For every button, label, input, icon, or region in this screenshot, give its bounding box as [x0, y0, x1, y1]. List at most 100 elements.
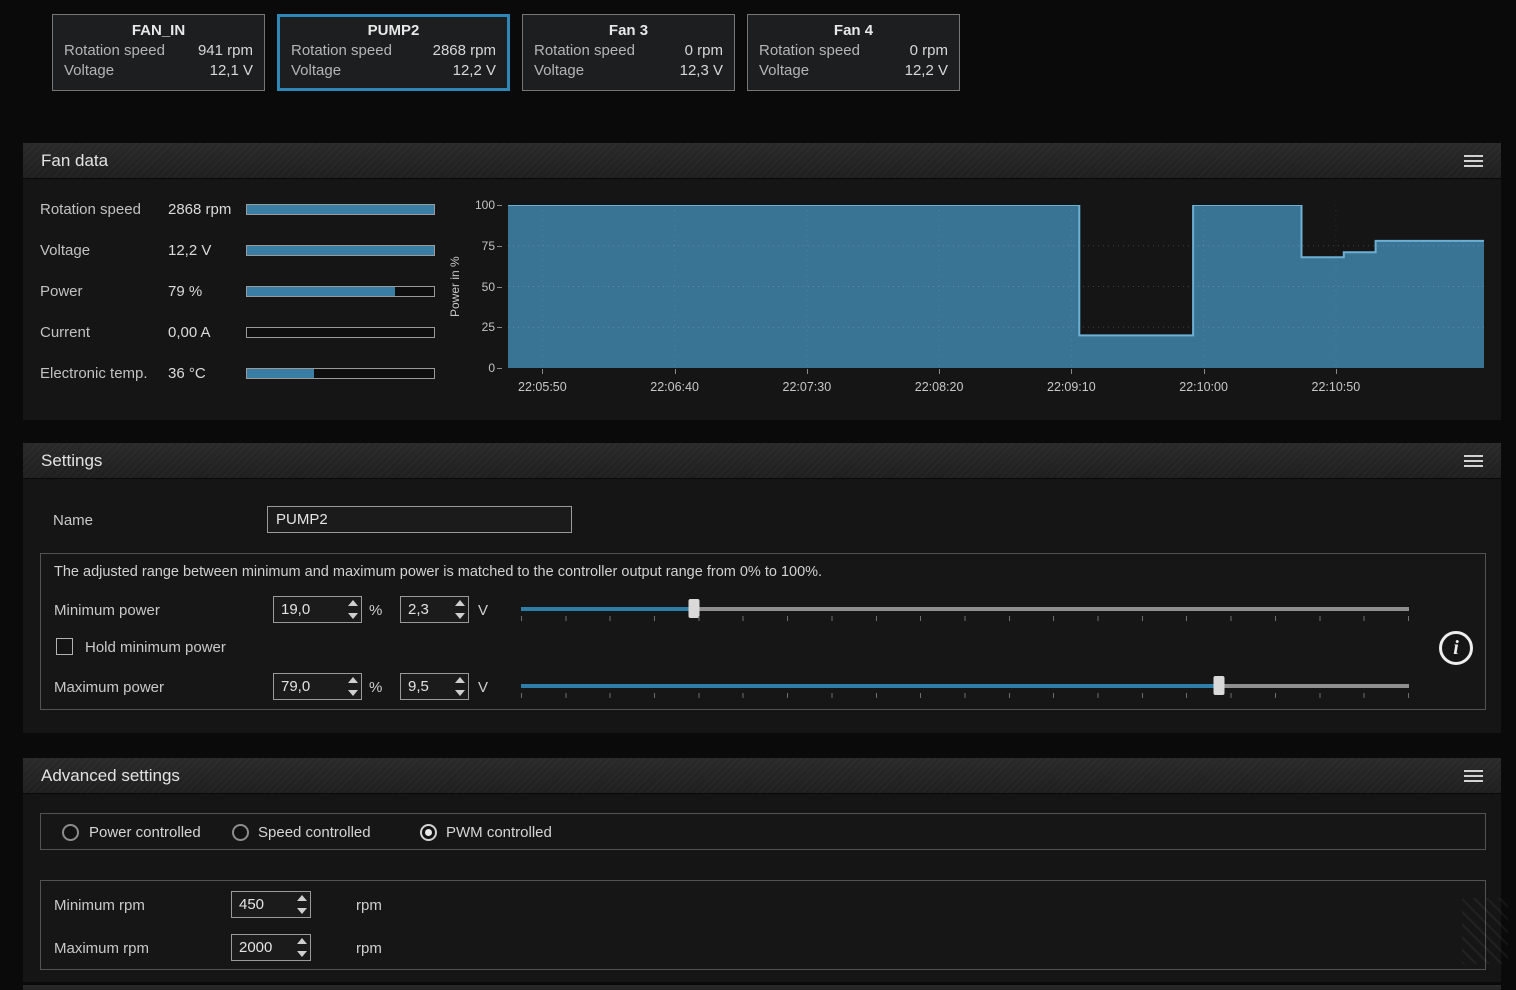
- fan-card-title: Fan 3: [608, 22, 649, 39]
- power-controlled-label[interactable]: Power controlled: [89, 824, 201, 841]
- slider-track[interactable]: [521, 607, 1409, 611]
- spinner-up-button[interactable]: [294, 935, 310, 948]
- rotation-speed-value: 2868 rpm: [432, 42, 496, 59]
- panel-title: Advanced settings: [41, 765, 180, 785]
- fan-card-pump2[interactable]: PUMP2 Rotation speed 2868 rpm Voltage 12…: [277, 14, 510, 91]
- slider-tick-marks: [521, 693, 1409, 698]
- y-tick-label: 50: [481, 279, 503, 294]
- maximum-rpm-input[interactable]: 2000: [231, 934, 311, 961]
- spinner-up-button[interactable]: [345, 674, 361, 687]
- voltage-label: Voltage: [64, 62, 115, 79]
- min-power-pct-input[interactable]: 19,0: [273, 596, 362, 623]
- voltage-value: 12,2 V: [452, 62, 496, 79]
- fan-card-row: Rotation speed 941 rpm: [64, 41, 253, 61]
- x-tick-label: 22:06:40: [635, 369, 715, 394]
- settings-panel: Settings Name The adjusted range between…: [23, 443, 1501, 733]
- metric-row: Rotation speed 2868 rpm: [40, 189, 435, 230]
- up-arrow-icon: [455, 600, 465, 607]
- down-arrow-icon: [348, 689, 358, 696]
- fan-data-panel-header: Fan data: [23, 143, 1501, 179]
- minimum-rpm-input[interactable]: 450: [231, 891, 311, 918]
- max-power-slider[interactable]: [521, 673, 1409, 703]
- spinner-down-button[interactable]: [294, 905, 310, 918]
- fan-card-row: Voltage 12,3 V: [534, 61, 723, 81]
- metric-label: Rotation speed: [40, 201, 141, 218]
- up-arrow-icon: [297, 895, 307, 902]
- menu-icon[interactable]: [1464, 454, 1483, 467]
- maximum-rpm-value[interactable]: 2000: [232, 935, 294, 960]
- rpm-unit-label: rpm: [356, 897, 382, 914]
- rotation-speed-label: Rotation speed: [534, 42, 635, 59]
- metric-row: Voltage 12,2 V: [40, 230, 435, 271]
- fan-card-fan4[interactable]: Fan 4 Rotation speed 0 rpm Voltage 12,2 …: [747, 14, 960, 91]
- volt-unit-label: V: [478, 602, 489, 619]
- menu-icon[interactable]: [1464, 154, 1483, 167]
- name-input[interactable]: [267, 506, 572, 533]
- panel-title: Fan data: [41, 150, 109, 170]
- min-power-pct-value[interactable]: 19,0: [274, 597, 345, 622]
- rotation-speed-label: Rotation speed: [759, 42, 860, 59]
- spinner-down-button[interactable]: [452, 687, 468, 700]
- speed-controlled-label[interactable]: Speed controlled: [258, 824, 371, 841]
- pwm-controlled-radio[interactable]: [420, 824, 437, 841]
- fan-card-fan-in[interactable]: FAN_IN Rotation speed 941 rpm Voltage 12…: [52, 14, 265, 91]
- name-label: Name: [53, 512, 94, 529]
- minimum-rpm-value[interactable]: 450: [232, 892, 294, 917]
- down-arrow-icon: [348, 612, 358, 619]
- down-arrow-icon: [455, 612, 465, 619]
- fan-card-row: Voltage 12,2 V: [291, 61, 496, 81]
- slider-track[interactable]: [521, 684, 1409, 688]
- speed-controlled-radio[interactable]: [232, 824, 249, 841]
- rpm-range-box: Minimum rpm 450 rpm Maximum rpm 2000 rpm: [40, 880, 1486, 970]
- spinner-down-button[interactable]: [345, 687, 361, 700]
- fan-data-panel: Fan data Rotation speed 2868 rpm Voltage…: [23, 143, 1501, 420]
- info-icon[interactable]: i: [1439, 631, 1473, 665]
- max-power-volt-input[interactable]: 9,5: [400, 673, 469, 700]
- minimum-power-label: Minimum power: [54, 602, 160, 619]
- metric-bar-fill: [247, 205, 434, 214]
- spinner-down-button[interactable]: [294, 948, 310, 961]
- metric-value: 12,2 V: [168, 242, 212, 259]
- fan-card-row: Rotation speed 0 rpm: [759, 41, 948, 61]
- voltage-value: 12,1 V: [209, 62, 253, 79]
- metric-bar: [246, 204, 435, 215]
- spinner-down-button[interactable]: [345, 610, 361, 623]
- spinner-down-button[interactable]: [452, 610, 468, 623]
- fan-card-strip: FAN_IN Rotation speed 941 rpm Voltage 12…: [52, 14, 960, 91]
- up-arrow-icon: [348, 677, 358, 684]
- spinner-up-button[interactable]: [452, 674, 468, 687]
- max-power-pct-value[interactable]: 79,0: [274, 674, 345, 699]
- metric-bar-fill: [247, 287, 395, 296]
- power-controlled-radio[interactable]: [62, 824, 79, 841]
- fan-card-title: Fan 4: [833, 22, 874, 39]
- pwm-controlled-label[interactable]: PWM controlled: [446, 824, 552, 841]
- x-tick-label: 22:10:50: [1296, 369, 1376, 394]
- min-power-volt-value[interactable]: 2,3: [401, 597, 452, 622]
- max-power-volt-value[interactable]: 9,5: [401, 674, 452, 699]
- hold-minimum-power-checkbox[interactable]: [56, 638, 73, 655]
- hold-minimum-power-label[interactable]: Hold minimum power: [85, 639, 226, 656]
- spinner-up-button[interactable]: [294, 892, 310, 905]
- spinner-up-button[interactable]: [345, 597, 361, 610]
- metric-bar: [246, 368, 435, 379]
- down-arrow-icon: [297, 950, 307, 957]
- up-arrow-icon: [348, 600, 358, 607]
- fan-card-row: Voltage 12,1 V: [64, 61, 253, 81]
- max-power-pct-input[interactable]: 79,0: [273, 673, 362, 700]
- min-power-slider[interactable]: [521, 596, 1409, 626]
- fan-card-title: PUMP2: [367, 22, 420, 39]
- metric-label: Power: [40, 283, 83, 300]
- spinner-up-button[interactable]: [452, 597, 468, 610]
- menu-icon[interactable]: [1464, 769, 1483, 782]
- metric-label: Current: [40, 324, 91, 341]
- percent-unit-label: %: [369, 602, 383, 619]
- metric-bar: [246, 286, 435, 297]
- up-arrow-icon: [455, 677, 465, 684]
- fan-card-fan3[interactable]: Fan 3 Rotation speed 0 rpm Voltage 12,3 …: [522, 14, 735, 91]
- voltage-label: Voltage: [534, 62, 585, 79]
- slider-tick-marks: [521, 616, 1409, 621]
- resize-grip[interactable]: [1462, 898, 1508, 964]
- slider-fill: [521, 684, 1219, 688]
- min-power-volt-input[interactable]: 2,3: [400, 596, 469, 623]
- metric-row: Electronic temp. 36 °C: [40, 353, 435, 394]
